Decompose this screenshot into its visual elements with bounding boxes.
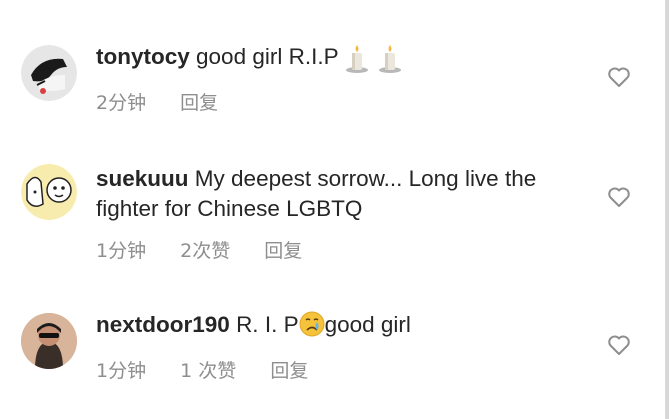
- reply-button[interactable]: 回复: [264, 236, 302, 263]
- like-count[interactable]: 1 次赞: [180, 356, 236, 383]
- candle-icon: [377, 43, 403, 74]
- comment-time: 1分钟: [96, 240, 147, 262]
- crying-face-icon: [299, 311, 325, 337]
- avatar-cartoon-icon: [21, 164, 77, 220]
- comment-meta: 1分钟 1 次赞 回复: [96, 356, 308, 383]
- like-button[interactable]: [607, 66, 631, 88]
- avatar-cartoon-icon: [21, 45, 77, 101]
- reply-button[interactable]: 回复: [180, 88, 218, 115]
- avatar[interactable]: [21, 313, 77, 369]
- comment-username[interactable]: nextdoor190: [96, 312, 230, 337]
- reply-button[interactable]: 回复: [270, 356, 308, 383]
- comment-username[interactable]: suekuuu: [96, 166, 189, 191]
- avatar-photo-icon: [21, 313, 77, 369]
- heart-icon: [608, 67, 630, 87]
- candle-icon: [344, 43, 370, 74]
- scrollbar[interactable]: [665, 0, 669, 419]
- comment-body-end: good girl: [324, 312, 411, 337]
- like-button[interactable]: [607, 186, 631, 208]
- avatar[interactable]: [21, 164, 77, 220]
- comment-text: suekuuu My deepest sorrow... Long live t…: [96, 164, 576, 224]
- comment-meta: 1分钟 2次赞 回复: [96, 236, 302, 263]
- comment-username[interactable]: tonytocy: [96, 44, 190, 69]
- like-button[interactable]: [607, 334, 631, 356]
- comment-time: 2分钟: [96, 92, 147, 114]
- like-count[interactable]: 2次赞: [180, 236, 230, 263]
- comment-body: good girl R.I.P: [196, 44, 339, 69]
- avatar[interactable]: [21, 45, 77, 101]
- comment-meta: 2分钟 回复: [96, 88, 218, 115]
- heart-icon: [608, 187, 630, 207]
- comment-text: tonytocy good girl R.I.P: [96, 42, 576, 74]
- comment-time: 1分钟: [96, 360, 147, 382]
- comment-body: R. I. P: [236, 312, 299, 337]
- comment-text: nextdoor190 R. I. P good girl: [96, 310, 576, 340]
- comments-panel: tonytocy good girl R.I.P 2分钟 回复 suekuuu …: [0, 0, 669, 419]
- heart-icon: [608, 335, 630, 355]
